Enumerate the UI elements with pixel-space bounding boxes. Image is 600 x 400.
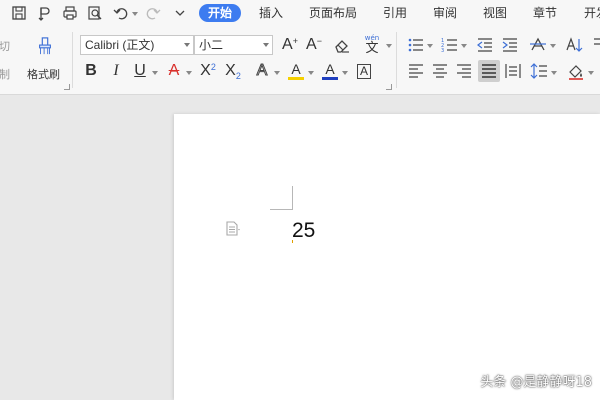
- font-size-value: 小二: [199, 38, 224, 52]
- ribbon: 剪切 复制 格式刷 Calibri (正文) 小二 A+ A− wén 文 B …: [0, 26, 600, 95]
- highlight-dropdown-icon[interactable]: [308, 71, 314, 75]
- highlight-button[interactable]: A: [285, 60, 307, 82]
- undo-icon[interactable]: [111, 3, 131, 23]
- line-spacing-dropdown-icon[interactable]: [551, 71, 557, 75]
- justify-icon[interactable]: [478, 60, 500, 82]
- document-page[interactable]: [174, 114, 600, 400]
- chinese-layout-dropdown-icon[interactable]: [550, 44, 556, 48]
- cut-button[interactable]: 剪切: [0, 38, 10, 54]
- format-painter-label[interactable]: 格式刷: [27, 66, 60, 82]
- align-right-icon[interactable]: [453, 60, 475, 82]
- highlight-color-bar: [288, 77, 304, 80]
- export-icon[interactable]: [35, 3, 55, 23]
- chevron-down-icon: [263, 43, 269, 47]
- underline-button[interactable]: U: [129, 60, 151, 82]
- subscript-button[interactable]: X2: [222, 60, 244, 82]
- numbering-dropdown-icon[interactable]: [461, 44, 467, 48]
- show-marks-icon[interactable]: [590, 34, 600, 56]
- strikethrough-button[interactable]: A: [163, 60, 185, 82]
- font-name-select[interactable]: Calibri (正文): [80, 35, 194, 55]
- align-left-icon[interactable]: [405, 60, 427, 82]
- italic-button[interactable]: I: [105, 60, 127, 82]
- text-effects-button[interactable]: A: [251, 60, 273, 82]
- font-dialog-launcher-icon[interactable]: [386, 84, 392, 90]
- font-color-button[interactable]: A: [319, 60, 341, 82]
- shading-icon[interactable]: [565, 60, 587, 82]
- print-preview-icon[interactable]: [85, 3, 105, 23]
- margin-corner-mark: [270, 186, 293, 210]
- font-color-dropdown-icon[interactable]: [342, 71, 348, 75]
- text-effects-dropdown-icon[interactable]: [274, 71, 280, 75]
- tab-home[interactable]: 开始: [199, 4, 242, 22]
- superscript-button[interactable]: X2: [197, 60, 219, 82]
- tab-page-layout[interactable]: 页面布局: [309, 4, 357, 22]
- document-body-text[interactable]: 25: [292, 219, 315, 243]
- increase-indent-icon[interactable]: [499, 34, 521, 56]
- clear-format-icon[interactable]: [331, 34, 353, 56]
- svg-text:3: 3: [441, 48, 444, 54]
- chinese-layout-icon[interactable]: [527, 34, 549, 56]
- numbering-icon[interactable]: 123: [439, 34, 461, 56]
- tab-review[interactable]: 审阅: [433, 4, 457, 22]
- distributed-align-icon[interactable]: [502, 60, 524, 82]
- line-spacing-icon[interactable]: [528, 60, 550, 82]
- font-name-value: Calibri (正文): [85, 38, 155, 52]
- print-icon[interactable]: [60, 3, 80, 23]
- redo-icon: [143, 3, 163, 23]
- sort-icon[interactable]: [563, 34, 585, 56]
- shrink-font-button[interactable]: A −: [303, 34, 325, 56]
- underline-dropdown-icon[interactable]: [152, 71, 158, 75]
- character-border-button[interactable]: A: [353, 60, 375, 82]
- text-cursor: [292, 240, 293, 243]
- chevron-down-icon: [184, 43, 190, 47]
- undo-dropdown-icon[interactable]: [132, 12, 138, 16]
- ribbon-separator: [396, 32, 397, 88]
- tab-view[interactable]: 视图: [483, 4, 507, 22]
- clipboard-dialog-launcher-icon[interactable]: [64, 84, 70, 90]
- bullets-dropdown-icon[interactable]: [427, 44, 433, 48]
- shading-dropdown-icon[interactable]: [588, 71, 594, 75]
- align-center-icon[interactable]: [429, 60, 451, 82]
- save-icon[interactable]: [9, 3, 29, 23]
- paragraph-layout-icon[interactable]: [225, 221, 241, 237]
- bold-button[interactable]: B: [80, 60, 102, 82]
- phonetic-guide-button[interactable]: wén 文: [360, 34, 384, 56]
- tab-developer[interactable]: 开发: [584, 4, 600, 22]
- strikethrough-dropdown-icon[interactable]: [186, 71, 192, 75]
- menu-bar: 开始 插入 页面布局 引用 审阅 视图 章节 开发: [0, 0, 600, 26]
- tab-section[interactable]: 章节: [533, 4, 557, 22]
- decrease-indent-icon[interactable]: [474, 34, 496, 56]
- watermark-text: 头条 @是静静呀18: [480, 375, 592, 390]
- customize-dropdown-icon[interactable]: [170, 3, 190, 23]
- font-size-select[interactable]: 小二: [194, 35, 273, 55]
- copy-button[interactable]: 复制: [0, 66, 10, 82]
- format-painter-icon[interactable]: [34, 34, 56, 58]
- grow-font-button[interactable]: A +: [279, 34, 301, 56]
- tab-references[interactable]: 引用: [383, 4, 407, 22]
- ribbon-separator: [72, 32, 73, 88]
- phonetic-dropdown-icon[interactable]: [386, 44, 392, 48]
- font-color-bar: [322, 77, 338, 80]
- tab-insert[interactable]: 插入: [259, 4, 283, 22]
- bullets-icon[interactable]: [405, 34, 427, 56]
